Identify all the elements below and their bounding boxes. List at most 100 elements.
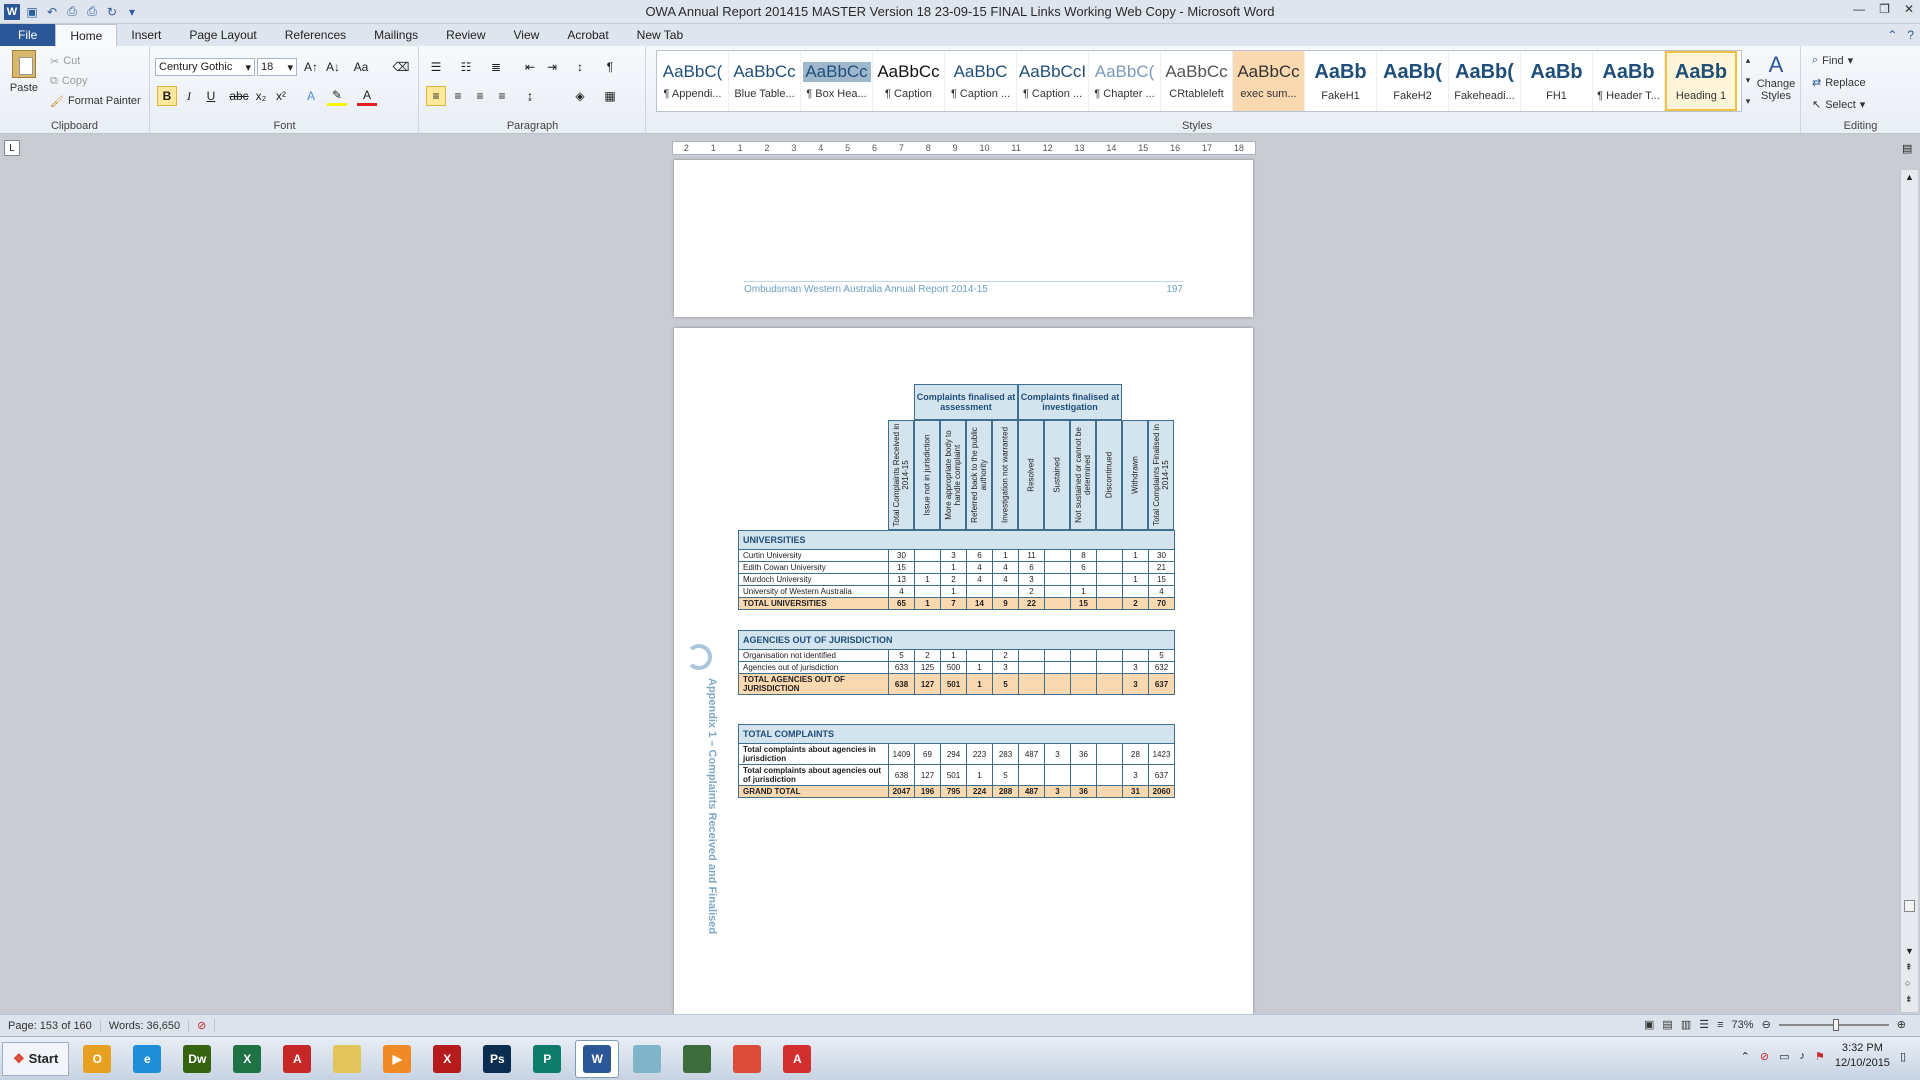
volume-icon[interactable]: ♪: [1800, 1050, 1806, 1062]
paste-button[interactable]: Paste: [8, 50, 40, 112]
text-effects-button[interactable]: A: [301, 86, 321, 106]
tab-review[interactable]: Review: [432, 24, 499, 46]
style-item[interactable]: AaBb FakeH1: [1305, 51, 1377, 111]
tab-page-layout[interactable]: Page Layout: [175, 24, 270, 46]
scroll-down-icon[interactable]: ▼: [1905, 946, 1914, 956]
cut-button[interactable]: ✂ Cut: [50, 52, 80, 70]
close-icon[interactable]: ✕: [1904, 2, 1914, 16]
zoom-slider-knob[interactable]: [1832, 1018, 1839, 1031]
style-item[interactable]: AaBbCc exec sum...: [1233, 51, 1305, 111]
subscript-button[interactable]: x₂: [251, 86, 271, 106]
zoom-level[interactable]: 73%: [1732, 1019, 1754, 1031]
page-count-status[interactable]: Page: 153 of 160: [0, 1019, 101, 1032]
taskbar-app-x-app[interactable]: X: [425, 1040, 469, 1078]
tab-view[interactable]: View: [500, 24, 554, 46]
taskbar-app-media-player[interactable]: ▶: [375, 1040, 419, 1078]
tab-file[interactable]: File: [0, 24, 56, 46]
tab-mailings[interactable]: Mailings: [360, 24, 432, 46]
zoom-in-icon[interactable]: ⊕: [1897, 1018, 1906, 1031]
tab-selector[interactable]: L: [4, 140, 20, 156]
style-item[interactable]: AaBb ¶ Header T...: [1593, 51, 1665, 111]
outline-icon[interactable]: ☰: [1699, 1018, 1709, 1031]
show-hidden-icons-icon[interactable]: ⌃: [1741, 1050, 1750, 1063]
browse-object-icon[interactable]: ○: [1905, 978, 1910, 988]
document-page[interactable]: Appendix 1 – Complaints Received and Fin…: [674, 328, 1253, 1014]
style-item-heading-1[interactable]: AaBb Heading 1: [1665, 51, 1737, 111]
taskbar-app-chrome[interactable]: [725, 1040, 769, 1078]
taskbar-app-photoshop[interactable]: Ps: [475, 1040, 519, 1078]
decrease-indent-icon[interactable]: ⇤: [520, 57, 540, 77]
word-count-status[interactable]: Words: 36,650: [101, 1019, 190, 1032]
borders-icon[interactable]: ▦: [600, 86, 620, 106]
style-item[interactable]: AaBb(Fakeheadi...: [1449, 51, 1521, 111]
help-icon[interactable]: ?: [1907, 28, 1914, 42]
style-item[interactable]: AaBb FH1: [1521, 51, 1593, 111]
monitor-icon[interactable]: ▭: [1779, 1050, 1789, 1063]
show-desktop-icon[interactable]: ▯: [1900, 1050, 1906, 1063]
draft-icon[interactable]: ≡: [1717, 1019, 1723, 1031]
change-styles-button[interactable]: A Change Styles: [1756, 52, 1796, 102]
vertical-scrollbar[interactable]: ▲ ▼ ⇞ ○ ⇟: [1900, 170, 1918, 1012]
superscript-button[interactable]: x²: [271, 86, 291, 106]
start-button[interactable]: ❖ Start: [2, 1041, 70, 1076]
save-icon[interactable]: ▣: [24, 4, 40, 20]
tab-acrobat[interactable]: Acrobat: [553, 24, 622, 46]
style-item[interactable]: AaBbC(¶ Chapter ...: [1089, 51, 1161, 111]
chevron-up-icon[interactable]: ▴: [1746, 55, 1751, 66]
zoom-slider[interactable]: [1778, 1018, 1889, 1031]
taskbar-app-word[interactable]: W: [575, 1039, 620, 1078]
tab-insert[interactable]: Insert: [117, 24, 175, 46]
undo-icon[interactable]: ↶: [44, 4, 60, 20]
align-center-button[interactable]: ≡: [448, 86, 468, 106]
tab-new-tab[interactable]: New Tab: [623, 24, 697, 46]
next-page-icon[interactable]: ⇟: [1905, 994, 1913, 1005]
shrink-font-button[interactable]: A↓: [323, 57, 343, 77]
align-right-button[interactable]: ≡: [470, 86, 490, 106]
shading-icon[interactable]: ◈: [570, 86, 590, 106]
document-page[interactable]: Ombudsman Western Australia Annual Repor…: [674, 160, 1253, 317]
align-left-button[interactable]: ≡: [426, 86, 446, 106]
font-color-button[interactable]: A: [357, 86, 377, 106]
print-preview-icon[interactable]: ⎙: [64, 4, 80, 20]
replace-button[interactable]: ⇄ Replace: [1812, 76, 1866, 90]
strikethrough-button[interactable]: abc: [229, 86, 249, 106]
find-button[interactable]: ⌕ Find ▾: [1812, 54, 1853, 67]
taskbar-app-internet-explorer[interactable]: e: [125, 1040, 169, 1078]
quick-print-icon[interactable]: ⎙: [84, 4, 100, 20]
chevron-down-icon[interactable]: ▾: [1746, 75, 1751, 86]
style-item[interactable]: AaBbCc ¶ Box Hea...: [801, 51, 873, 111]
format-painter-button[interactable]: 🖌 Format Painter: [50, 92, 141, 110]
style-item[interactable]: AaBbCcI ¶ Caption ...: [1017, 51, 1089, 111]
print-layout-icon[interactable]: ▣: [1644, 1018, 1654, 1031]
copy-button[interactable]: ⧉ Copy: [50, 72, 88, 90]
customize-qat-icon[interactable]: ▾: [124, 4, 140, 20]
taskbar-app-file-explorer[interactable]: [325, 1040, 369, 1078]
italic-button[interactable]: I: [179, 86, 199, 106]
style-item[interactable]: AaBbCc Blue Table...: [729, 51, 801, 111]
network-icon[interactable]: ⊘: [1760, 1050, 1769, 1063]
show-formatting-icon[interactable]: ¶: [600, 57, 620, 77]
proofing-icon[interactable]: ⊘: [189, 1019, 216, 1032]
previous-page-icon[interactable]: ⇞: [1905, 962, 1913, 973]
taskbar-app-acrobat-pro[interactable]: A: [275, 1040, 319, 1078]
change-case-button[interactable]: Aa: [351, 57, 371, 77]
numbering-icon[interactable]: ☷: [456, 57, 476, 77]
action-center-icon[interactable]: ⚑: [1815, 1050, 1825, 1063]
line-spacing-icon[interactable]: ↨: [520, 86, 540, 106]
multilevel-list-icon[interactable]: ≣: [486, 57, 506, 77]
bullets-icon[interactable]: ☰: [426, 57, 446, 77]
taskbar-app-terminal[interactable]: [675, 1040, 719, 1078]
tab-home[interactable]: Home: [55, 24, 118, 46]
select-button[interactable]: ↖ Select ▾: [1812, 98, 1865, 112]
taskbar-app-dreamweaver[interactable]: Dw: [175, 1040, 219, 1078]
horizontal-ruler[interactable]: 2 1 1 2 3 4 5 6 7 8 9 10 11 12 13 14 15 16 17 18: [672, 141, 1256, 155]
increase-indent-icon[interactable]: ⇥: [542, 57, 562, 77]
view-ruler-icon[interactable]: ▤: [1902, 142, 1912, 155]
sort-icon[interactable]: ↕: [570, 57, 590, 77]
styles-scroll[interactable]: ▴ ▾ ▾: [1742, 50, 1754, 112]
taskbar-app-adobe-reader[interactable]: A: [775, 1040, 819, 1078]
clock[interactable]: 3:32 PM 12/10/2015: [1835, 1041, 1890, 1071]
minimize-icon[interactable]: —: [1853, 2, 1865, 16]
style-item[interactable]: AaBbC ¶ Caption ...: [945, 51, 1017, 111]
style-item[interactable]: AaBb(FakeH2: [1377, 51, 1449, 111]
